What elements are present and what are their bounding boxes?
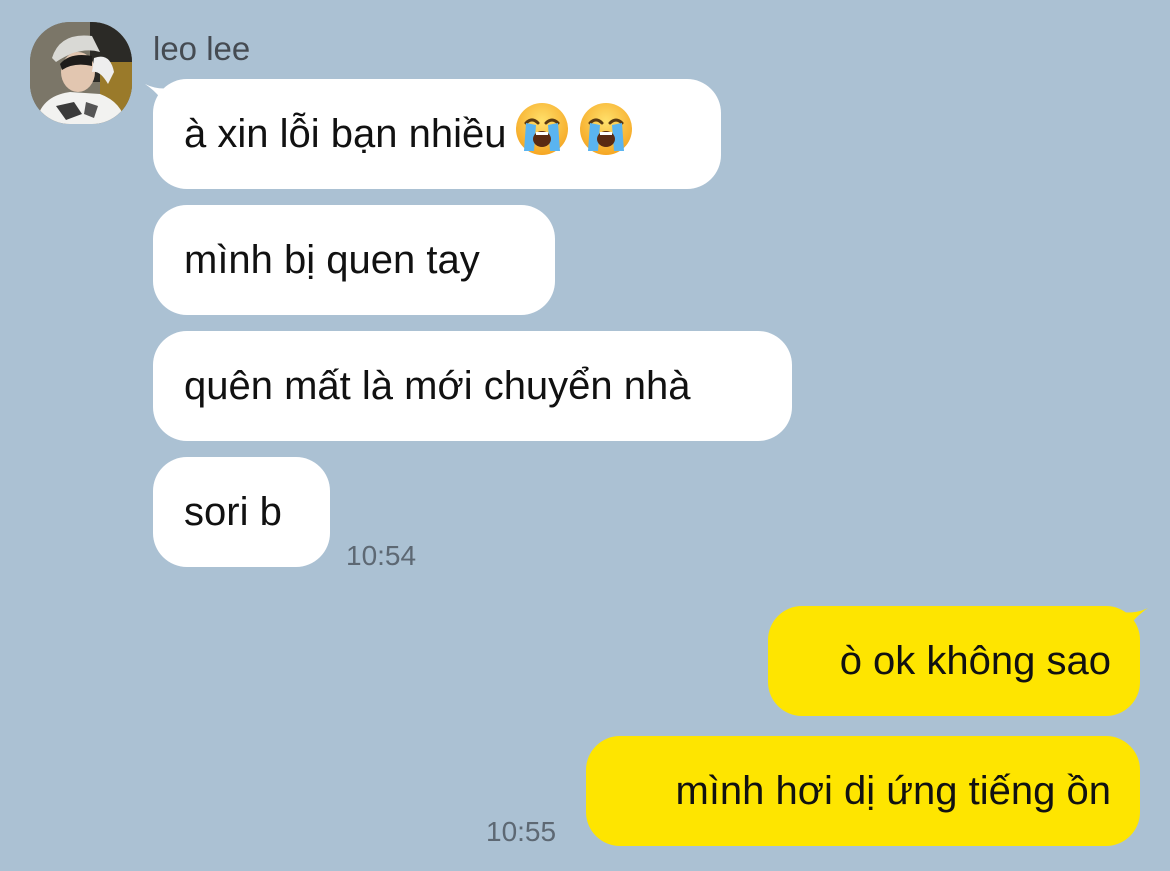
incoming-message[interactable]: à xin lỗi bạn nhiều — [153, 79, 721, 189]
incoming-timestamp: 10:54 — [346, 540, 417, 571]
profile-photo-icon — [30, 22, 132, 124]
message-text: mình hơi dị ứng tiếng ồn — [675, 769, 1112, 813]
message-text: ò ok không sao — [839, 639, 1111, 683]
loudly-crying-face-icon — [514, 101, 570, 168]
outgoing-message[interactable]: ò ok không sao — [768, 606, 1140, 716]
incoming-message[interactable]: quên mất là mới chuyển nhà — [153, 331, 792, 441]
message-text: mình bị quen tay — [184, 238, 480, 282]
incoming-message[interactable]: sori b — [153, 457, 330, 567]
message-text: à xin lỗi bạn nhiều — [184, 112, 507, 156]
message-text: sori b — [184, 490, 282, 534]
outgoing-timestamp: 10:55 — [486, 816, 557, 847]
loudly-crying-face-icon — [578, 101, 634, 168]
incoming-message[interactable]: mình bị quen tay — [153, 205, 555, 315]
outgoing-message[interactable]: mình hơi dị ứng tiếng ồn — [586, 736, 1140, 846]
contact-avatar[interactable] — [30, 22, 132, 124]
message-text: quên mất là mới chuyển nhà — [184, 364, 691, 408]
sender-name: leo lee — [153, 30, 251, 67]
